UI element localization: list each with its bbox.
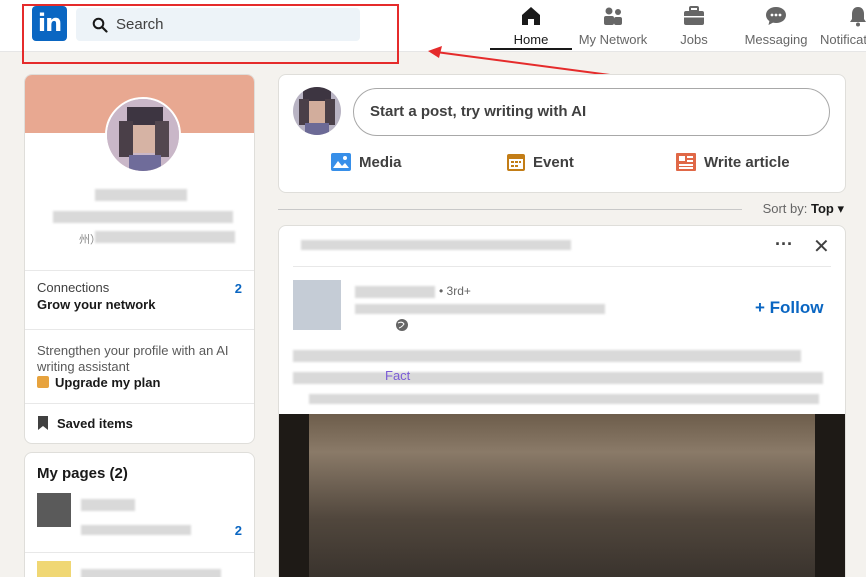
saved-items-link[interactable]: Saved items <box>37 416 133 431</box>
post-photo-crowd <box>309 414 815 577</box>
profile-location-redacted <box>95 231 235 243</box>
my-pages-card: My pages (2) 2 <box>24 452 255 577</box>
upgrade-plan-label: Upgrade my plan <box>55 375 161 390</box>
connections-count: 2 <box>234 281 242 296</box>
event-label: Event <box>533 154 574 171</box>
search-icon <box>92 17 108 33</box>
calendar-icon <box>507 154 525 171</box>
messaging-icon <box>766 7 786 25</box>
nav-notifications[interactable]: Notifications <box>818 0 866 50</box>
page-logo-1[interactable] <box>37 493 71 527</box>
connections-label[interactable]: Connections <box>37 280 109 295</box>
nav-jobs-label: Jobs <box>680 32 708 47</box>
page-logo-2[interactable] <box>37 561 71 577</box>
post-author-name-redacted[interactable] <box>355 286 435 298</box>
more-options-icon[interactable]: ··· <box>775 234 793 255</box>
profile-name-redacted <box>95 189 187 201</box>
upgrade-plan-link[interactable]: Upgrade my plan <box>37 375 160 390</box>
premium-promo-text: Strengthen your profile with an AI writi… <box>37 343 229 374</box>
post-author-headline-redacted <box>355 304 605 314</box>
article-icon <box>676 153 696 171</box>
home-icon <box>522 7 540 25</box>
nav-messaging[interactable]: Messaging <box>740 0 812 50</box>
image-icon <box>331 153 351 171</box>
feed-post: ··· ✕ • 3rd+ + Follow Fact <box>278 225 846 577</box>
network-icon <box>604 7 622 25</box>
connection-degree: • 3rd+ <box>439 284 471 298</box>
divider <box>293 266 831 267</box>
feed-sort-bar: Sort by: Top ▾ <box>278 200 846 218</box>
nav-messaging-label: Messaging <box>744 32 808 47</box>
write-article-label: Write article <box>704 154 790 171</box>
write-article-button[interactable]: Write article <box>676 153 790 171</box>
sort-label: Sort by: <box>762 201 808 216</box>
media-button[interactable]: Media <box>331 153 402 171</box>
sort-dropdown[interactable]: Sort by: Top ▾ <box>763 201 844 217</box>
page-name-redacted[interactable] <box>81 569 221 577</box>
linkedin-logo-icon[interactable]: in <box>32 6 67 41</box>
start-post-input[interactable]: Start a post, try writing with AI <box>353 88 830 136</box>
profile-location-text: 州） <box>79 234 101 246</box>
sort-value: Top <box>810 201 834 216</box>
follow-button[interactable]: + Follow <box>755 298 823 318</box>
bell-icon <box>850 7 866 27</box>
page-name-redacted[interactable] <box>81 499 135 511</box>
close-icon[interactable]: ✕ <box>813 234 830 259</box>
media-label: Media <box>359 154 402 171</box>
divider <box>25 552 254 553</box>
chevron-down-icon: ▾ <box>837 201 844 216</box>
post-author-avatar[interactable] <box>293 280 341 330</box>
page-activity-redacted <box>81 525 191 535</box>
search-input[interactable] <box>116 14 346 35</box>
grow-network-link[interactable]: Grow your network <box>37 297 155 312</box>
bookmark-icon <box>38 416 48 430</box>
profile-avatar[interactable] <box>105 97 181 173</box>
globe-icon <box>396 319 408 331</box>
search-bar[interactable] <box>76 8 360 41</box>
premium-icon <box>37 376 49 388</box>
nav-notifications-label: Notifications <box>820 32 866 47</box>
post-body-redacted <box>309 394 819 404</box>
post-composer: Start a post, try writing with AI Media … <box>278 74 846 193</box>
post-body-redacted <box>293 372 823 384</box>
saved-items-label: Saved items <box>57 416 133 431</box>
nav-jobs[interactable]: Jobs <box>668 0 720 50</box>
divider <box>278 209 742 210</box>
profile-card: 州） Connections Grow your network 2 Stren… <box>24 74 255 444</box>
divider <box>25 329 254 330</box>
composer-avatar[interactable] <box>293 87 341 135</box>
post-link-text[interactable]: Fact <box>385 368 410 383</box>
post-image[interactable] <box>279 414 845 577</box>
divider <box>25 270 254 271</box>
post-body-redacted <box>293 350 801 362</box>
profile-headline-redacted <box>53 211 233 223</box>
divider <box>25 403 254 404</box>
briefcase-icon <box>684 6 704 25</box>
post-context-redacted <box>301 240 571 250</box>
event-button[interactable]: Event <box>507 153 574 171</box>
my-pages-title: My pages (2) <box>37 465 128 482</box>
page-notification-count: 2 <box>234 523 242 538</box>
